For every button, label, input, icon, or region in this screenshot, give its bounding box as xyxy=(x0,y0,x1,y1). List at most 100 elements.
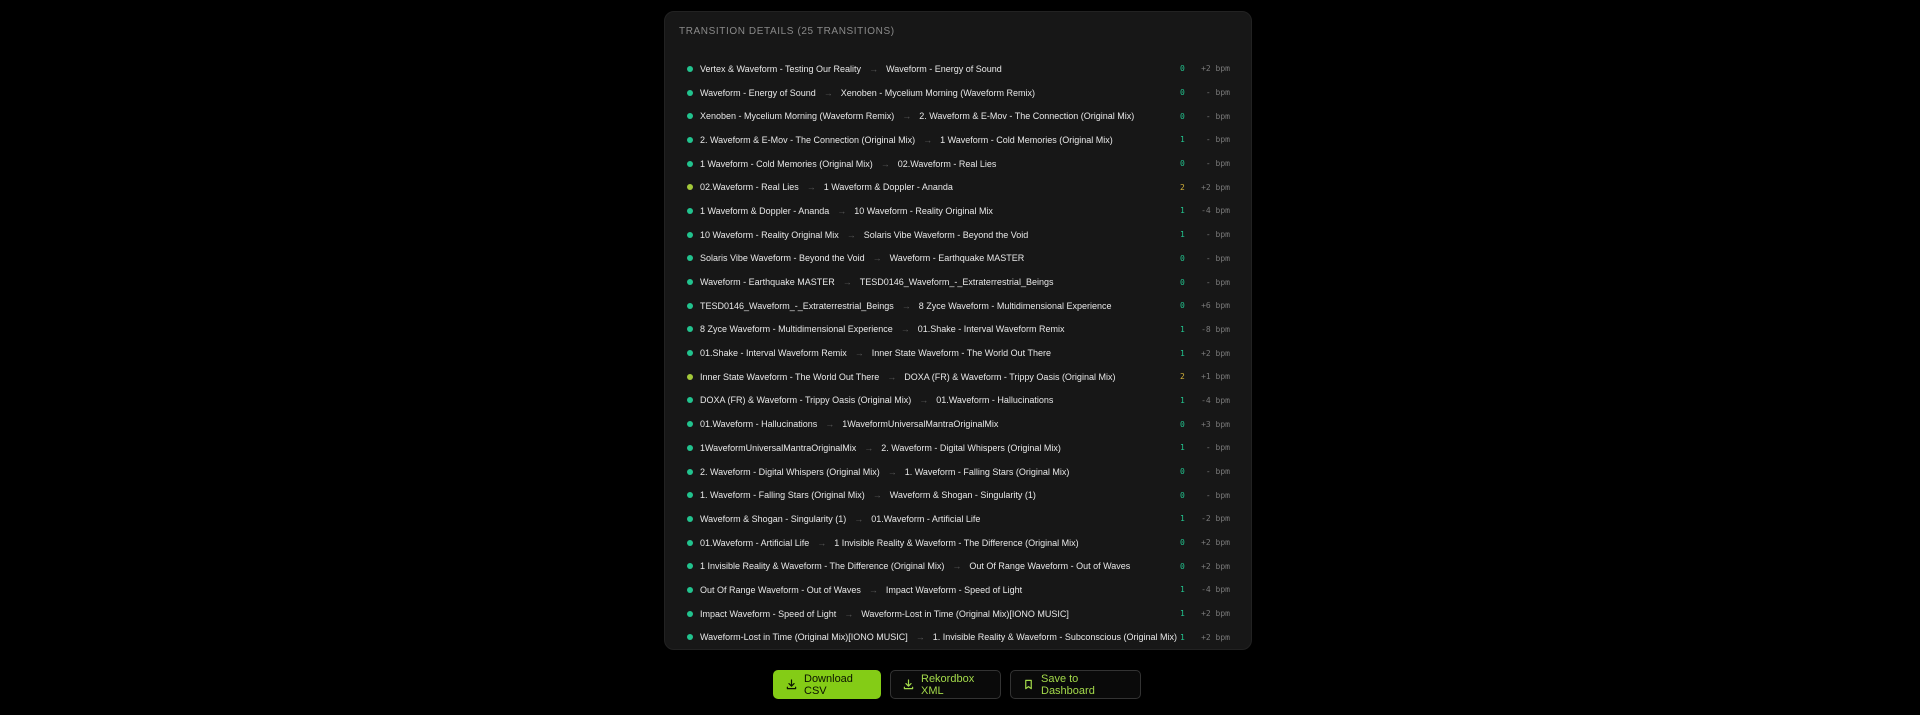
bpm-change: +2 bpm xyxy=(1201,348,1230,358)
transition-score: 1 xyxy=(1180,632,1185,642)
to-track: Waveform-Lost in Time (Original Mix)[ION… xyxy=(861,608,1069,619)
bpm-change: - bpm xyxy=(1205,277,1230,287)
transition-tracks: 10 Waveform - Reality Original Mix → Solar… xyxy=(700,230,1028,240)
status-dot-icon xyxy=(687,255,693,262)
transition-score: 1 xyxy=(1180,443,1185,453)
arrow-right-icon: → xyxy=(844,608,854,619)
to-track: Xenoben - Mycelium Morning (Waveform Rem… xyxy=(840,87,1035,98)
from-track: 2. Waveform & E-Mov - The Connection (Or… xyxy=(700,134,916,145)
transition-tracks: 2. Waveform & E-Mov - The Connection (Or… xyxy=(700,135,1113,145)
to-track: Out Of Range Waveform - Out of Waves xyxy=(969,561,1131,572)
download-icon xyxy=(786,679,797,690)
from-track: Waveform - Earthquake MASTER xyxy=(700,277,835,288)
from-track: 10 Waveform - Reality Original Mix xyxy=(700,229,839,240)
transition-tracks: 8 Zyce Waveform - Multidimensional Exper… xyxy=(700,324,1064,334)
arrow-right-icon: → xyxy=(919,395,929,406)
status-dot-icon xyxy=(687,586,693,593)
transition-score: 0 xyxy=(1180,111,1185,121)
status-dot-icon xyxy=(687,302,693,309)
transition-score: 2 xyxy=(1180,372,1185,382)
arrow-right-icon: → xyxy=(872,490,882,501)
status-dot-icon xyxy=(687,326,693,333)
download-csv-button[interactable]: Download CSV xyxy=(773,670,881,699)
rekordbox-xml-button[interactable]: Rekordbox XML xyxy=(890,670,1001,699)
bpm-change: - bpm xyxy=(1205,490,1230,500)
transition-tracks: Inner State Waveform - The World Out The… xyxy=(700,372,1115,382)
bpm-change: +2 bpm xyxy=(1201,64,1230,74)
arrow-right-icon: → xyxy=(854,348,864,359)
status-dot-icon xyxy=(687,373,693,380)
transition-row: 1WaveformUniversalMantraOriginalMix → 2. W… xyxy=(665,436,1251,460)
from-track: Waveform & Shogan - Singularity (1) xyxy=(700,513,847,524)
rekordbox-xml-label: Rekordbox XML xyxy=(921,672,975,697)
from-track: DOXA (FR) & Waveform - Trippy Oasis (Ori… xyxy=(700,395,912,406)
arrow-right-icon: → xyxy=(923,134,933,145)
transition-row: 02.Waveform - Real Lies → 1 Waveform & Dop… xyxy=(665,175,1251,199)
bookmark-icon xyxy=(1023,679,1034,690)
transition-row: Solaris Vibe Waveform - Beyond the Void →… xyxy=(665,247,1251,271)
transition-score: 1 xyxy=(1180,609,1185,619)
transition-score: 1 xyxy=(1180,324,1185,334)
to-track: Waveform & Shogan - Singularity (1) xyxy=(889,490,1036,501)
from-track: 1WaveformUniversalMantraOriginalMix xyxy=(700,442,857,453)
transition-tracks: 02.Waveform - Real Lies → 1 Waveform & Dop… xyxy=(700,182,953,192)
arrow-right-icon: → xyxy=(887,466,897,477)
transition-score: 0 xyxy=(1180,490,1185,500)
transition-tracks: TESD0146_Waveform_-_Extraterrestrial_Bei… xyxy=(700,301,1112,311)
status-dot-icon xyxy=(687,207,693,214)
status-dot-icon xyxy=(687,444,693,451)
to-track: 1WaveformUniversalMantraOriginalMix xyxy=(842,419,999,430)
transition-row: Waveform - Energy of Sound → Xenoben - Myc… xyxy=(665,81,1251,105)
to-track: 2. Waveform & E-Mov - The Connection (Or… xyxy=(919,111,1135,122)
to-track: 02.Waveform - Real Lies xyxy=(897,158,997,169)
transition-score: 0 xyxy=(1180,253,1185,263)
arrow-right-icon: → xyxy=(901,300,911,311)
transition-tracks: Waveform - Earthquake MASTER → TESD0146_Wa… xyxy=(700,277,1053,287)
to-track: 1. Invisible Reality & Waveform - Subcon… xyxy=(932,632,1177,643)
from-track: TESD0146_Waveform_-_Extraterrestrial_Bei… xyxy=(700,300,894,311)
bpm-change: +3 bpm xyxy=(1201,419,1230,429)
bpm-change: -4 bpm xyxy=(1201,585,1230,595)
to-track: 01.Waveform - Hallucinations xyxy=(936,395,1054,406)
transition-details-panel: TRANSITION DETAILS (25 TRANSITIONS) Vert… xyxy=(664,11,1252,650)
transition-tracks: DOXA (FR) & Waveform - Trippy Oasis (Ori… xyxy=(700,395,1053,405)
bpm-change: - bpm xyxy=(1205,135,1230,145)
transition-tracks: 1WaveformUniversalMantraOriginalMix → 2. W… xyxy=(700,443,1061,453)
arrow-right-icon: → xyxy=(869,63,879,74)
transition-tracks: Impact Waveform - Speed of Light → Wavefor… xyxy=(700,609,1069,619)
status-dot-icon xyxy=(687,515,693,522)
transition-score: 1 xyxy=(1180,585,1185,595)
download-csv-label: Download CSV xyxy=(804,672,853,697)
save-to-dashboard-label: Save to Dashboard xyxy=(1041,672,1095,697)
arrow-right-icon: → xyxy=(880,158,890,169)
transition-score: 0 xyxy=(1180,301,1185,311)
status-dot-icon xyxy=(687,634,693,641)
transition-score: 1 xyxy=(1180,514,1185,524)
from-track: 02.Waveform - Real Lies xyxy=(700,182,799,193)
arrow-right-icon: → xyxy=(854,513,864,524)
bpm-change: +2 bpm xyxy=(1201,609,1230,619)
transition-tracks: 2. Waveform - Digital Whispers (Original… xyxy=(700,467,1069,477)
transition-row: 1 Waveform - Cold Memories (Original Mix… xyxy=(665,152,1251,176)
transition-tracks: Vertex & Waveform - Testing Our Reality →… xyxy=(700,64,1002,74)
bpm-change: +2 bpm xyxy=(1201,182,1230,192)
arrow-right-icon: → xyxy=(868,584,878,595)
panel-title: TRANSITION DETAILS (25 TRANSITIONS) xyxy=(679,26,895,37)
arrow-right-icon: → xyxy=(825,419,835,430)
status-dot-icon xyxy=(687,610,693,617)
transition-tracks: 01.Waveform - Hallucinations → 1WaveformUn… xyxy=(700,419,998,429)
transition-score: 0 xyxy=(1180,561,1185,571)
transition-score: 1 xyxy=(1180,348,1185,358)
bpm-change: - bpm xyxy=(1205,443,1230,453)
from-track: Inner State Waveform - The World Out The… xyxy=(700,371,880,382)
bpm-change: -8 bpm xyxy=(1201,324,1230,334)
arrow-right-icon: → xyxy=(846,229,856,240)
from-track: 01.Shake - Interval Waveform Remix xyxy=(700,348,847,359)
transition-tracks: 1 Waveform & Doppler - Ananda → 10 Wavefor… xyxy=(700,206,993,216)
transition-row: 8 Zyce Waveform - Multidimensional Exper… xyxy=(665,318,1251,342)
from-track: Waveform - Energy of Sound xyxy=(700,87,816,98)
status-dot-icon xyxy=(687,136,693,143)
bpm-change: +2 bpm xyxy=(1201,561,1230,571)
save-to-dashboard-button[interactable]: Save to Dashboard xyxy=(1010,670,1141,699)
from-track: Impact Waveform - Speed of Light xyxy=(700,608,837,619)
